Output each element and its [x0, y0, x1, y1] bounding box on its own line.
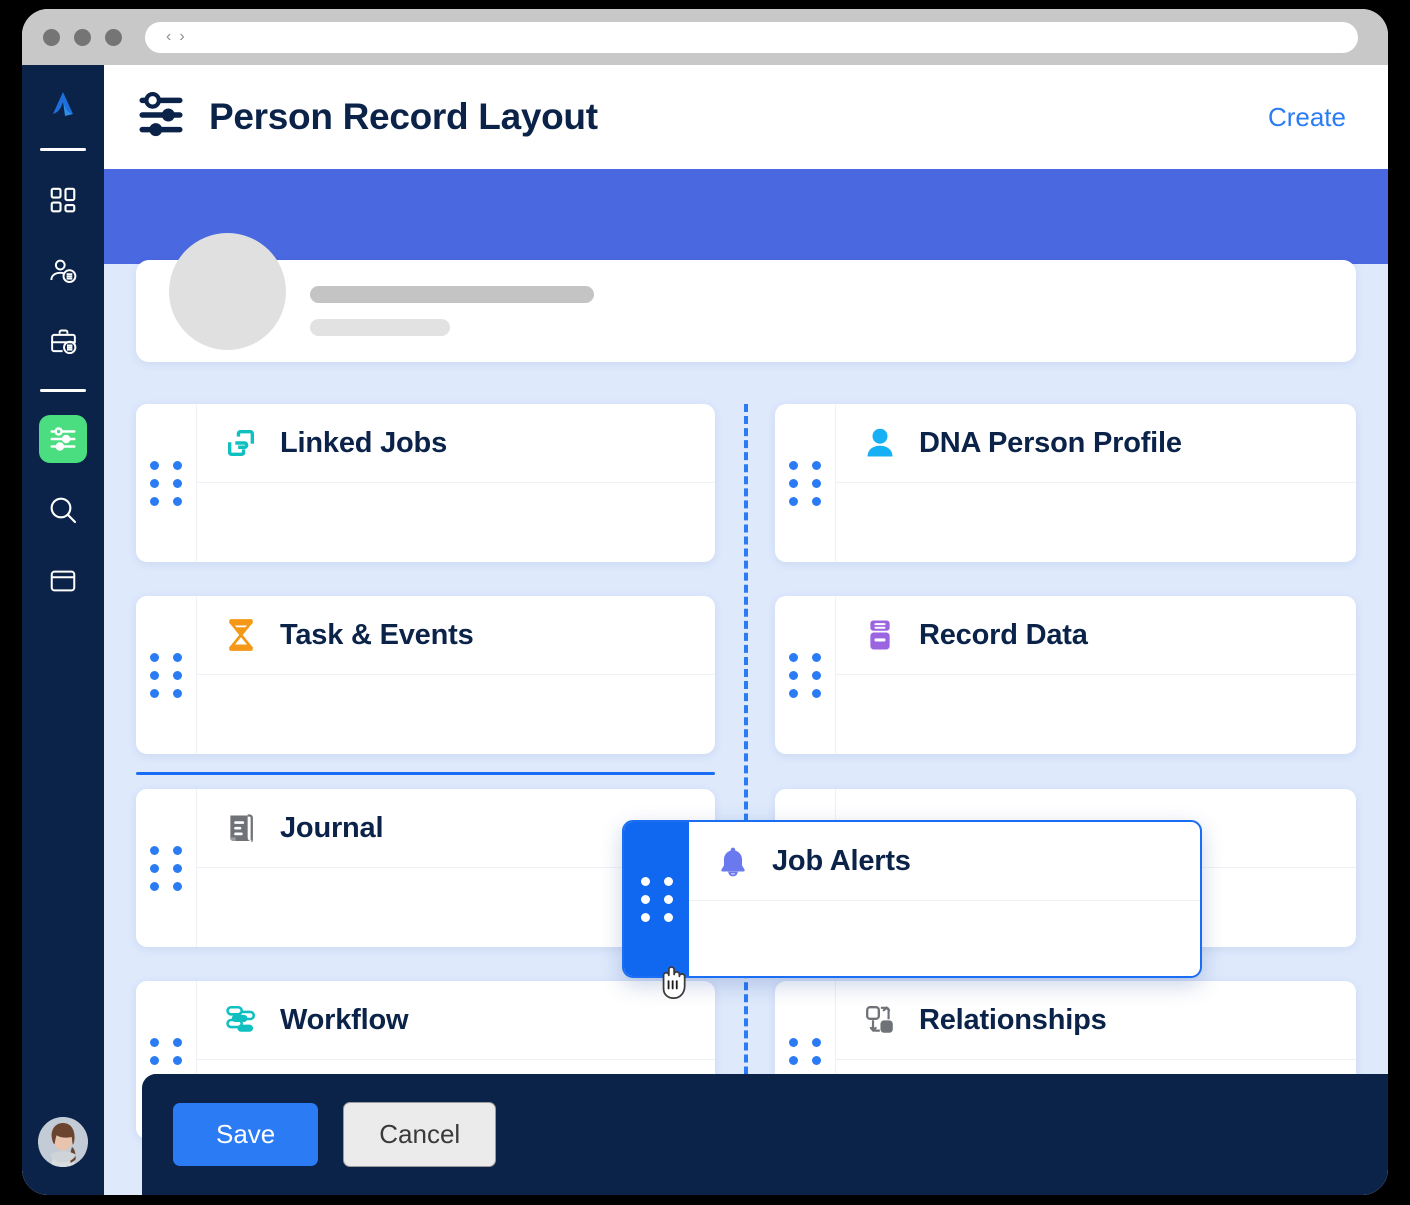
- widget-card-title: Task & Events: [280, 619, 474, 652]
- maximize-button[interactable]: [105, 29, 122, 46]
- widget-card-dna-person-profile[interactable]: DNA Person Profile: [775, 404, 1356, 562]
- sliders-icon: [135, 92, 187, 143]
- sidebar-item-archive[interactable]: [39, 557, 87, 605]
- bell-icon: [715, 843, 751, 879]
- widget-card-header: Job Alerts: [689, 822, 1200, 901]
- browser-chrome: ‹ ›: [22, 9, 1388, 65]
- widget-card-body-wrap: Job Alerts: [689, 822, 1200, 976]
- widget-card-header: Relationships: [836, 981, 1356, 1060]
- hourglass-icon: [223, 617, 259, 653]
- widget-card-content: [197, 675, 715, 754]
- drag-handle[interactable]: [775, 596, 836, 754]
- forward-chevron-icon[interactable]: ›: [179, 29, 185, 45]
- widget-card-body-wrap: DNA Person Profile: [836, 404, 1356, 562]
- drag-handle-active[interactable]: [624, 822, 689, 976]
- layout-board: Linked Jobs: [104, 169, 1388, 1195]
- dragging-widget-card-job-alerts[interactable]: Job Alerts: [622, 820, 1202, 978]
- sidebar-divider-mid: [40, 389, 86, 392]
- drag-dots-icon: [150, 846, 182, 891]
- save-button[interactable]: Save: [173, 1103, 318, 1166]
- sidebar-item-layouts[interactable]: [39, 415, 87, 463]
- widget-card-title: Record Data: [919, 619, 1088, 652]
- widget-card-title: Workflow: [280, 1004, 408, 1037]
- database-icon: [862, 617, 898, 653]
- widget-card-title: Job Alerts: [772, 845, 911, 878]
- drag-dots-icon: [150, 461, 182, 506]
- cancel-button[interactable]: Cancel: [343, 1102, 496, 1167]
- drag-dots-icon: [789, 653, 821, 698]
- widget-card-linked-jobs[interactable]: Linked Jobs: [136, 404, 715, 562]
- profile-summary-card: [136, 260, 1356, 362]
- linked-squares-icon: [223, 425, 259, 461]
- widget-card-task-events[interactable]: Task & Events: [136, 596, 715, 754]
- widget-card-header: DNA Person Profile: [836, 404, 1356, 483]
- widget-card-header: Workflow: [197, 981, 715, 1060]
- widget-card-title: Relationships: [919, 1004, 1107, 1037]
- widget-card-header: Linked Jobs: [197, 404, 715, 483]
- widget-card-title: DNA Person Profile: [919, 427, 1182, 460]
- address-bar[interactable]: ‹ ›: [145, 22, 1358, 53]
- widget-card-body-wrap: Linked Jobs: [197, 404, 715, 562]
- page-title: Person Record Layout: [209, 96, 598, 138]
- relationships-icon: [862, 1002, 898, 1038]
- drag-handle[interactable]: [136, 789, 197, 947]
- drag-handle[interactable]: [136, 596, 197, 754]
- create-button[interactable]: Create: [1268, 102, 1346, 133]
- widget-card-body-wrap: Record Data: [836, 596, 1356, 754]
- user-avatar[interactable]: [38, 1117, 88, 1167]
- back-chevron-icon[interactable]: ‹: [166, 29, 172, 45]
- drag-dots-icon: [641, 877, 673, 922]
- main-content: Person Record Layout Create: [104, 65, 1388, 1195]
- sidebar-item-search[interactable]: [39, 486, 87, 534]
- widget-card-header: Task & Events: [197, 596, 715, 675]
- action-footer-bar: Save Cancel: [142, 1074, 1388, 1195]
- widget-card-content: [197, 483, 715, 562]
- widget-card-content: [836, 675, 1356, 754]
- sidebar-item-jobs[interactable]: [39, 318, 87, 366]
- widget-card-content: [689, 901, 1200, 976]
- browser-window: ‹ ›: [22, 9, 1388, 1195]
- skeleton-line-secondary: [310, 319, 450, 336]
- application-root: Person Record Layout Create: [22, 65, 1388, 1195]
- sidebar-nav-list: [39, 176, 87, 605]
- sidebar-item-dashboard[interactable]: [39, 176, 87, 224]
- widget-card-title: Linked Jobs: [280, 427, 447, 460]
- minimize-button[interactable]: [74, 29, 91, 46]
- page-header-left: Person Record Layout: [135, 92, 598, 143]
- skeleton-line-primary: [310, 286, 594, 303]
- profile-skeleton-lines: [310, 286, 594, 336]
- drag-dots-icon: [150, 653, 182, 698]
- window-traffic-lights[interactable]: [43, 29, 122, 46]
- widget-card-record-data[interactable]: Record Data: [775, 596, 1356, 754]
- widget-card-title: Journal: [280, 812, 383, 845]
- left-nav-sidebar: [22, 65, 104, 1195]
- close-button[interactable]: [43, 29, 60, 46]
- sidebar-item-people[interactable]: [39, 247, 87, 295]
- avatar-placeholder: [169, 233, 286, 350]
- workflow-icon: [223, 1002, 259, 1038]
- drag-handle[interactable]: [136, 404, 197, 562]
- page-header: Person Record Layout Create: [104, 65, 1388, 169]
- sidebar-divider-top: [40, 148, 86, 151]
- widget-card-content: [836, 483, 1356, 562]
- drag-dots-icon: [789, 461, 821, 506]
- scroll-icon: [223, 810, 259, 846]
- widget-card-header: Record Data: [836, 596, 1356, 675]
- drop-indicator-line: [136, 772, 715, 775]
- drag-handle[interactable]: [775, 404, 836, 562]
- person-icon: [862, 425, 898, 461]
- app-logo[interactable]: [43, 86, 83, 126]
- widget-card-body-wrap: Task & Events: [197, 596, 715, 754]
